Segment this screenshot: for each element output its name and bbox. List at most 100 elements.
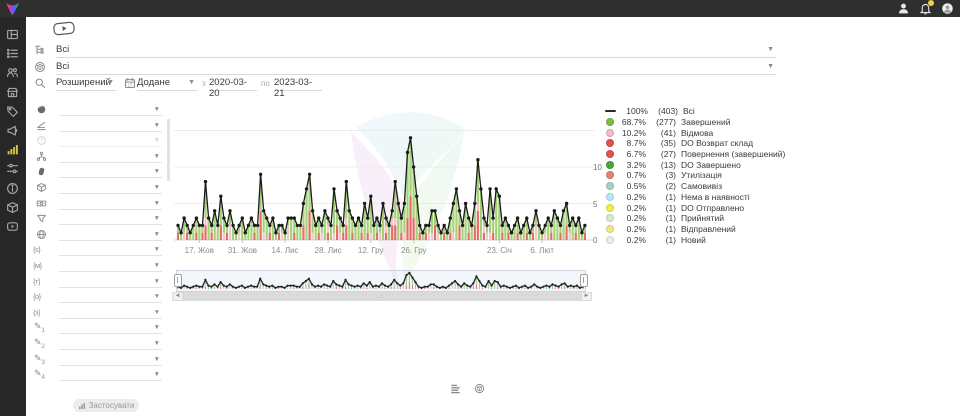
filter-select[interactable]: ▼ (59, 290, 162, 303)
chevron-down-icon: ▼ (154, 262, 160, 269)
list-view-icon[interactable] (450, 381, 461, 392)
legend-entry[interactable]: 100%(403)Всі (606, 106, 785, 117)
legend-swatch (606, 139, 614, 147)
filter-select[interactable]: ▼ (59, 368, 162, 381)
legend-entry[interactable]: 0.2%(1)Нема в наявності (606, 192, 785, 203)
x-tick-label: 31. Жов (228, 246, 257, 255)
nav-store-icon[interactable] (6, 86, 20, 100)
chevron-down-icon: ▼ (154, 137, 160, 144)
legend-swatch (606, 236, 614, 244)
filter-select[interactable]: ▼ (59, 321, 162, 334)
filter-row-category: Всі ▼ (30, 44, 782, 58)
legend-entry[interactable]: 0.2%(1)Прийнятий (606, 213, 785, 224)
hierarchy-icon (36, 151, 47, 162)
nav-video-icon[interactable] (6, 220, 20, 234)
filter-select[interactable]: ▼ (59, 150, 162, 163)
filter-select[interactable]: ▼ (59, 353, 162, 366)
notification-badge (928, 0, 934, 6)
filter-row-{т}: {т}▼ (30, 275, 166, 290)
top-bar (0, 0, 960, 17)
filter-select[interactable]: ▼ (59, 228, 162, 241)
filter-select[interactable]: ▼ (59, 243, 162, 256)
nav-sliders-icon[interactable] (6, 162, 20, 176)
apply-button[interactable]: Застосувати (73, 399, 139, 412)
legend-entry[interactable]: 0.5%(2)Самовивіз (606, 181, 785, 192)
x-tick-label: 12. Гру (358, 246, 384, 255)
nav-info-icon[interactable] (6, 182, 20, 196)
legend-entry[interactable]: 8.7%(35)DO Возврат склад (606, 138, 785, 149)
legend-entry[interactable]: 68.7%(277)Завершений (606, 117, 785, 128)
orders-chart[interactable] (170, 97, 620, 249)
nav-tag-icon[interactable] (6, 105, 20, 119)
legend-line-swatch (605, 110, 616, 112)
product-select[interactable]: Всі ▼ (56, 61, 776, 75)
banknote-icon (36, 198, 47, 209)
filter-row-pencil1: ✎1▼ (30, 321, 166, 336)
notifications-bell-icon[interactable] (919, 2, 932, 15)
cube-icon (36, 182, 47, 193)
chevron-down-icon: ▼ (154, 246, 160, 253)
chart-scrollbar[interactable]: ◄ ► ∷ (172, 292, 592, 301)
filter-row-trend: ▼ (30, 119, 166, 134)
chevron-down-icon: ▼ (154, 106, 160, 113)
filter-select[interactable]: ▼ (59, 212, 162, 225)
app-logo-icon[interactable] (5, 1, 20, 16)
nav-box-icon[interactable] (6, 201, 20, 215)
content-area: Всі ▼ Всі ▼ Розширений ▼ 17 Додане ▼ з (26, 17, 960, 416)
chevron-down-icon: ▼ (154, 278, 160, 285)
filter-row-{s}: {s}▼ (30, 243, 166, 258)
scrollbar-thumb[interactable]: ∷ (182, 293, 582, 300)
date-field-select[interactable]: Додане ▼ (137, 77, 197, 91)
legend-entry[interactable]: 0.7%(3)Утилізація (606, 170, 785, 181)
navigator-left-handle[interactable] (174, 274, 182, 287)
package-view-icon[interactable] (474, 381, 485, 392)
scroll-right-arrow[interactable]: ► (582, 293, 591, 300)
legend-swatch (606, 171, 614, 179)
filter-select[interactable]: ▼ (59, 165, 162, 178)
filter-select[interactable]: ▼ (59, 259, 162, 272)
x-tick-label: 6. Лют (530, 246, 554, 255)
scroll-left-arrow[interactable]: ◄ (173, 293, 182, 300)
chevron-down-icon: ▼ (154, 153, 160, 160)
filter-select[interactable]: ▼ (59, 306, 162, 319)
chart-legend: 100%(403)Всі68.7%(277)Завершений10.2%(41… (606, 106, 785, 245)
filter-row-cube: ▼ (30, 181, 166, 196)
filter-select[interactable]: ▼ (59, 119, 162, 132)
legend-entry[interactable]: 0.2%(1)DO Отправлено (606, 202, 785, 213)
search-mode-select[interactable]: Розширений ▼ (56, 77, 116, 91)
legend-entry[interactable]: 3.2%(13)DO Завершено (606, 159, 785, 170)
nav-analytics-icon[interactable] (6, 143, 20, 157)
category-select[interactable]: Всі ▼ (56, 44, 776, 58)
chevron-down-icon: ▼ (188, 79, 195, 86)
filter-select[interactable]: ▼ (59, 103, 162, 116)
legend-entry[interactable]: 10.2%(41)Відмова (606, 127, 785, 138)
filter-row-help: ?▼ (30, 134, 166, 149)
legend-entry[interactable]: 0.2%(1)Новий (606, 234, 785, 245)
filter-select[interactable]: ▼ (59, 197, 162, 210)
navigator-right-handle[interactable] (580, 274, 588, 287)
avatar[interactable] (941, 2, 954, 15)
date-to-input[interactable]: 2023-03-21 (274, 77, 322, 91)
navigator-selection[interactable] (176, 270, 586, 292)
chevron-down-icon: ▼ (154, 168, 160, 175)
filter-row-pencil4: ✎4▼ (30, 368, 166, 383)
filter-select[interactable]: ▼ (59, 181, 162, 194)
filter-select[interactable]: ▼ (59, 337, 162, 350)
legend-entry[interactable]: 0.2%(1)Відправлений (606, 224, 785, 235)
legend-swatch (606, 182, 614, 190)
filter-select[interactable]: ▼ (59, 275, 162, 288)
nav-customers-icon[interactable] (6, 66, 20, 80)
video-help-icon[interactable] (52, 21, 75, 36)
user-icon[interactable] (897, 2, 910, 15)
apply-chart-icon (78, 402, 86, 410)
filter-row-hierarchy: ▼ (30, 150, 166, 165)
date-from-input[interactable]: 2020-03-20 (209, 77, 257, 91)
app-root: Всі ▼ Всі ▼ Розширений ▼ 17 Додане ▼ з (0, 0, 960, 416)
x-tick-label: 26. Гру (401, 246, 427, 255)
svg-text:17: 17 (128, 82, 133, 87)
nav-dashboard-icon[interactable] (6, 28, 20, 42)
legend-entry[interactable]: 6.7%(27)Повернення (завершений) (606, 149, 785, 160)
custom-field-icon: ✎2 (34, 337, 45, 350)
nav-megaphone-icon[interactable] (6, 124, 20, 138)
nav-orders-icon[interactable] (6, 47, 20, 61)
